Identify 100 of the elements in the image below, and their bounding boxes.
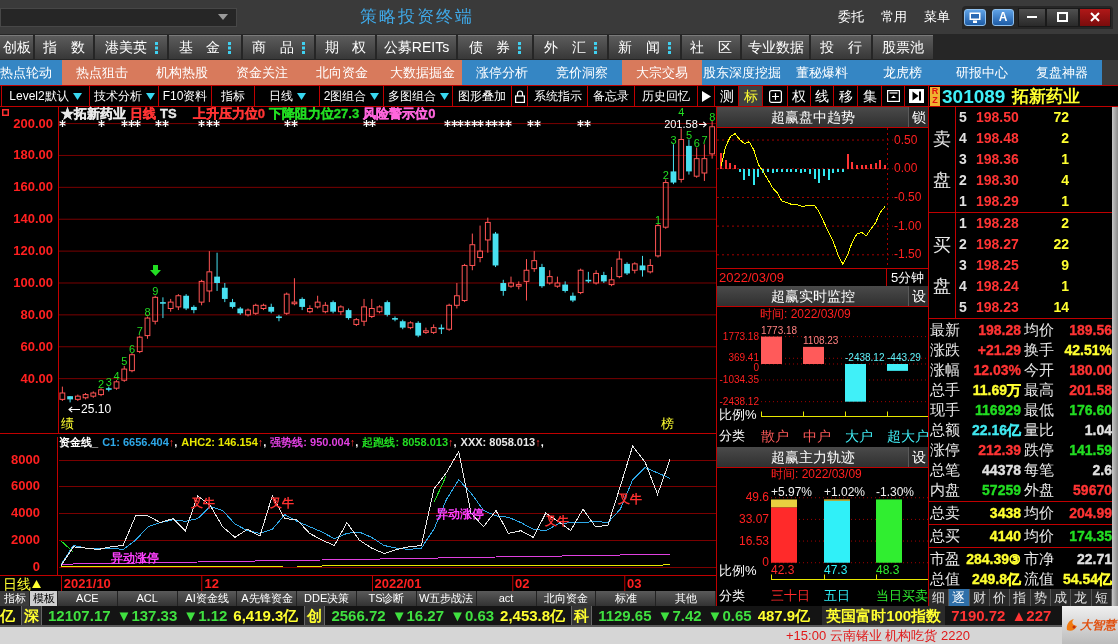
ticker-value: 7190.72 (951, 606, 1006, 625)
book-level: 4 (958, 277, 968, 296)
indicator-title: 资金线_ (59, 436, 99, 448)
legend-item: 上升压力位0 (192, 107, 265, 121)
quote-label: 均价 (1023, 528, 1055, 544)
stock-code: 301089 (942, 86, 1006, 106)
quote-label: 总手 (929, 382, 961, 398)
rz-badge: RZ (930, 86, 940, 106)
quote-label: 最新 (929, 322, 961, 338)
count-mark: 4 (113, 370, 120, 382)
quote-value: 249.8亿 (970, 571, 1021, 587)
trend-axis-label: -1.00 (894, 219, 922, 233)
legend-item: C1: 6656.404↑, (102, 436, 178, 448)
market-label: 深 (21, 606, 42, 625)
count-mark: 2 (662, 169, 669, 181)
indicator-axis-label: 2000 (10, 533, 40, 548)
count-mark: 6 (129, 343, 136, 355)
count-mark: 5 (121, 356, 128, 368)
count-mark: 8 (144, 306, 151, 318)
ticker-value: ▼137.33 (116, 606, 178, 625)
quote-value: 4140 (988, 528, 1021, 544)
category-label: 中户 (803, 429, 831, 444)
panel-title: 超赢盘中趋势 (769, 107, 856, 127)
quote-label: 涨跌 (929, 342, 961, 358)
book-side-label: 卖 (933, 128, 951, 149)
book-volume: 9 (1060, 256, 1069, 275)
legend-item: 强势线: 950.004↑, (270, 436, 359, 448)
quote-value: 54.54亿 (1061, 571, 1112, 587)
book-level: 2 (958, 171, 968, 190)
legend-item: 下降阻力位27.3 (268, 107, 360, 121)
book-price: 198.25 (976, 256, 1020, 275)
quote-label: 跌停 (1023, 442, 1055, 458)
date-label: 2022/01 (374, 576, 422, 591)
quote-label: 外盘 (1023, 482, 1055, 498)
category-label: 大户 (845, 429, 873, 444)
time-label: 时间: 2022/03/09 (771, 468, 862, 481)
count-mark: 7 (136, 326, 143, 338)
price-axis-label: 80.00 (19, 307, 53, 322)
bar-value-label: -2438.12 (845, 352, 885, 363)
book-volume: 1 (1060, 277, 1069, 296)
book-volume: 2 (1060, 129, 1069, 148)
quote-label: 市盈 (929, 551, 961, 567)
monitor-axis-label: 369.41 (727, 353, 759, 364)
count-mark: 6 (693, 138, 700, 149)
trail-axis-label: 0 (761, 556, 769, 570)
marker-label: 榜 (660, 417, 674, 431)
quote-value: 42.51% (1063, 342, 1112, 358)
monitor-axis-label: -2438.12 (718, 396, 759, 407)
book-level: 5 (958, 108, 968, 127)
book-volume: 1 (1060, 150, 1069, 169)
book-price: 198.36 (976, 150, 1020, 169)
quote-label: 总额 (929, 422, 961, 438)
quote-value: 2.6 (1091, 462, 1112, 478)
category-label: 当日买卖 (876, 589, 928, 603)
indicator-axis-label: 6000 (10, 479, 40, 494)
ticker-value: ▼0.65 (707, 606, 752, 625)
quote-label: 市净 (1023, 551, 1055, 567)
panel-title: 超赢主力轨迹 (769, 447, 856, 467)
quote-value: 44378 (981, 462, 1021, 478)
change-label: +1.02% (824, 486, 866, 500)
category-label: 超大户 (887, 429, 929, 444)
category-label: 三十日 (771, 589, 810, 603)
ticker-value: 487.9亿 (757, 606, 811, 625)
date-label: 2021/10 (63, 576, 111, 591)
book-side-label: 盘 (933, 170, 951, 191)
book-volume: 22 (1052, 235, 1069, 254)
quote-label: 量比 (1023, 422, 1055, 438)
quote-value: 284.39③ (965, 550, 1021, 568)
ticker-value: ▼16.27 (391, 606, 445, 625)
quote-value: 174.35 (1068, 528, 1112, 544)
book-price: 198.23 (976, 298, 1020, 317)
quote-label: 流值 (1023, 571, 1055, 587)
trend-axis-label: -1.50 (894, 248, 922, 262)
count-mark: 8 (709, 111, 716, 123)
change-label: +5.97% (771, 486, 813, 500)
count-mark: 3 (670, 134, 677, 146)
book-side-label: 盘 (933, 276, 951, 297)
quote-value: 176.60 (1068, 402, 1112, 418)
quote-label: 现手 (929, 402, 961, 418)
ticker-value: 2,453.8亿 (500, 606, 566, 625)
quote-value: 201.58 (1068, 382, 1112, 398)
trend-axis-label: 0.00 (894, 162, 918, 176)
ticker-value: 6,419.3亿 (233, 606, 299, 625)
quote-value: 22.71 (1075, 551, 1112, 567)
date-label: 02 (515, 576, 530, 591)
axis-title: 比例% (719, 408, 757, 422)
book-volume: 14 (1052, 298, 1069, 317)
trail-axis-label: 49.6 (744, 491, 769, 505)
book-price: 198.24 (976, 277, 1020, 296)
monitor-axis-label: -1034.35 (718, 374, 759, 385)
count-mark: 9 (152, 286, 159, 298)
count-mark: 2 (98, 378, 105, 390)
book-level: 1 (958, 214, 968, 233)
legend-item: AHC2: 146.154↑, (181, 436, 267, 448)
panel-title: 超赢实时监控 (769, 286, 856, 306)
market-label: 科 (571, 606, 593, 625)
bar-value-label: 1773.18 (761, 324, 798, 336)
legend-item: TS (160, 107, 177, 121)
price-axis-label: 100.00 (12, 276, 53, 290)
book-side-label: 买 (933, 234, 951, 255)
